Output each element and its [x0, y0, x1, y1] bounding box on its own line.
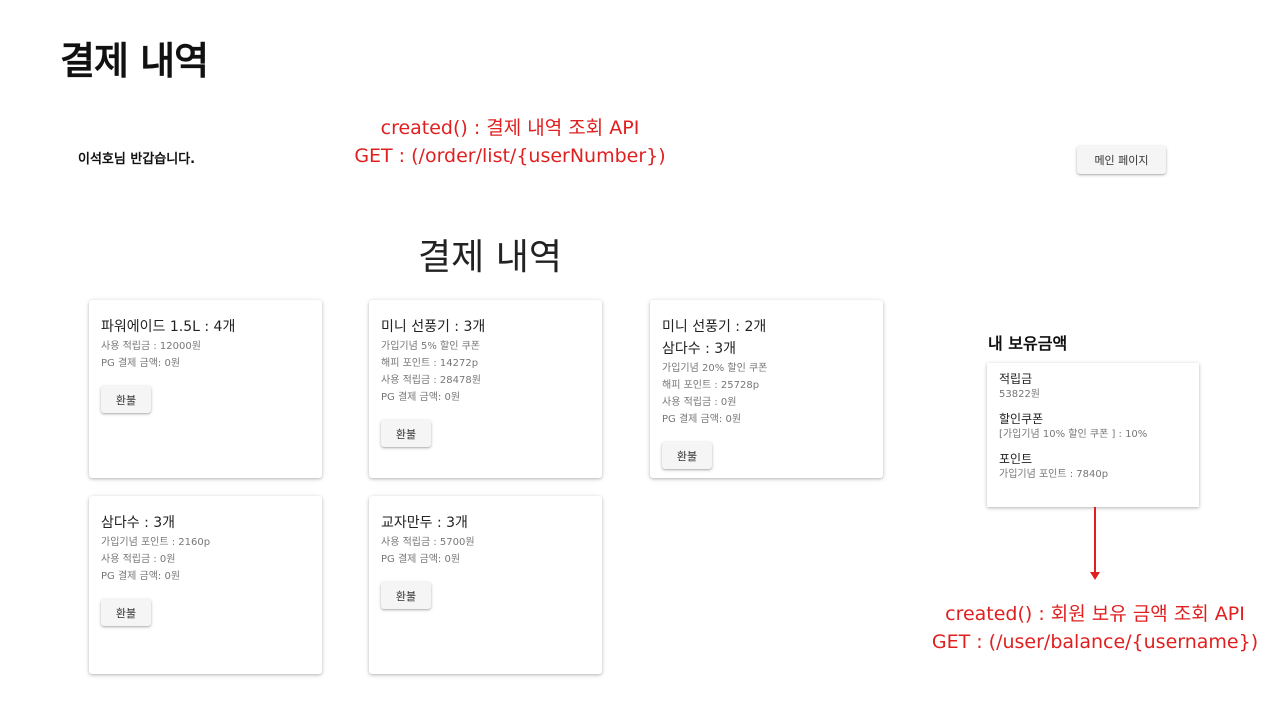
balance-value: 가입기념 포인트 : 7840p [999, 469, 1109, 480]
order-detail: 가입기념 포인트 : 2160p [101, 537, 211, 548]
order-detail: PG 결제 금액: 0원 [101, 358, 181, 369]
balance-value: [가입기념 10% 할인 쿠폰 ] : 10% [999, 429, 1148, 440]
greeting-text: 이석호님 반갑습니다. [78, 152, 196, 167]
page-heading: 결제 내역 [418, 237, 562, 278]
annotation-line: created() : 회원 보유 금액 조회 API [945, 603, 1245, 625]
order-detail: 사용 적립금 : 0원 [101, 554, 176, 565]
order-item-title: 파워에이드 1.5L : 4개 [101, 319, 236, 335]
balance-section-points: 적립금 53822원 [999, 371, 1187, 402]
order-detail: 사용 적립금 : 0원 [662, 397, 737, 408]
balance-label: 포인트 [999, 452, 1033, 466]
balance-title: 내 보유금액 [988, 334, 1068, 353]
refund-button[interactable]: 환불 [381, 582, 431, 609]
order-detail: 가입기념 5% 할인 쿠폰 [381, 341, 481, 352]
order-detail: PG 결제 금액: 0원 [662, 414, 742, 425]
order-card: 미니 선풍기 : 2개 삼다수 : 3개 가입기념 20% 할인 쿠폰 해피 포… [650, 300, 883, 478]
balance-label: 할인쿠폰 [999, 412, 1044, 426]
annotation-line: created() : 결제 내역 조회 API [380, 117, 640, 139]
order-card: 교자만두 : 3개 사용 적립금 : 5700원 PG 결제 금액: 0원 환불 [369, 496, 602, 674]
order-detail: 사용 적립금 : 12000원 [101, 341, 201, 352]
refund-button[interactable]: 환불 [381, 420, 431, 447]
order-detail: PG 결제 금액: 0원 [381, 554, 461, 565]
api-annotation-order-list: created() : 결제 내역 조회 API GET : (/order/l… [300, 114, 720, 170]
order-detail: 해피 포인트 : 25728p [662, 380, 760, 391]
order-card: 파워에이드 1.5L : 4개 사용 적립금 : 12000원 PG 결제 금액… [89, 300, 322, 478]
main-page-button[interactable]: 메인 페이지 [1077, 146, 1166, 174]
annotation-line: GET : (/user/balance/{username}) [931, 631, 1259, 653]
order-card: 삼다수 : 3개 가입기념 포인트 : 2160p 사용 적립금 : 0원 PG… [89, 496, 322, 674]
api-annotation-user-balance: created() : 회원 보유 금액 조회 API GET : (/user… [900, 600, 1280, 656]
balance-section-point: 포인트 가입기념 포인트 : 7840p [999, 451, 1187, 482]
order-item-title: 미니 선풍기 : 3개 [381, 319, 486, 335]
order-detail: 해피 포인트 : 14272p [381, 358, 479, 369]
refund-button[interactable]: 환불 [101, 599, 151, 626]
order-card: 미니 선풍기 : 3개 가입기념 5% 할인 쿠폰 해피 포인트 : 14272… [369, 300, 602, 478]
order-item-title: 미니 선풍기 : 2개 [662, 319, 767, 335]
slide-title: 결제 내역 [60, 39, 209, 83]
order-detail: 사용 적립금 : 28478원 [381, 375, 481, 386]
balance-value: 53822원 [999, 389, 1041, 400]
order-item-title: 삼다수 : 3개 [101, 515, 176, 531]
order-detail: PG 결제 금액: 0원 [381, 392, 461, 403]
refund-button[interactable]: 환불 [101, 386, 151, 413]
order-detail: PG 결제 금액: 0원 [101, 571, 181, 582]
order-detail: 가입기념 20% 할인 쿠폰 [662, 363, 768, 374]
arrow-line [1094, 507, 1096, 573]
annotation-line: GET : (/order/list/{userNumber}) [354, 145, 666, 167]
balance-card: 적립금 53822원 할인쿠폰 [가입기념 10% 할인 쿠폰 ] : 10% … [987, 363, 1199, 507]
arrow-down-icon [1090, 572, 1100, 580]
order-item-title: 교자만두 : 3개 [381, 515, 468, 531]
refund-button[interactable]: 환불 [662, 442, 712, 469]
balance-section-coupon: 할인쿠폰 [가입기념 10% 할인 쿠폰 ] : 10% [999, 411, 1187, 442]
balance-label: 적립금 [999, 372, 1033, 386]
order-detail: 사용 적립금 : 5700원 [381, 537, 475, 548]
order-item-title: 삼다수 : 3개 [662, 341, 737, 357]
